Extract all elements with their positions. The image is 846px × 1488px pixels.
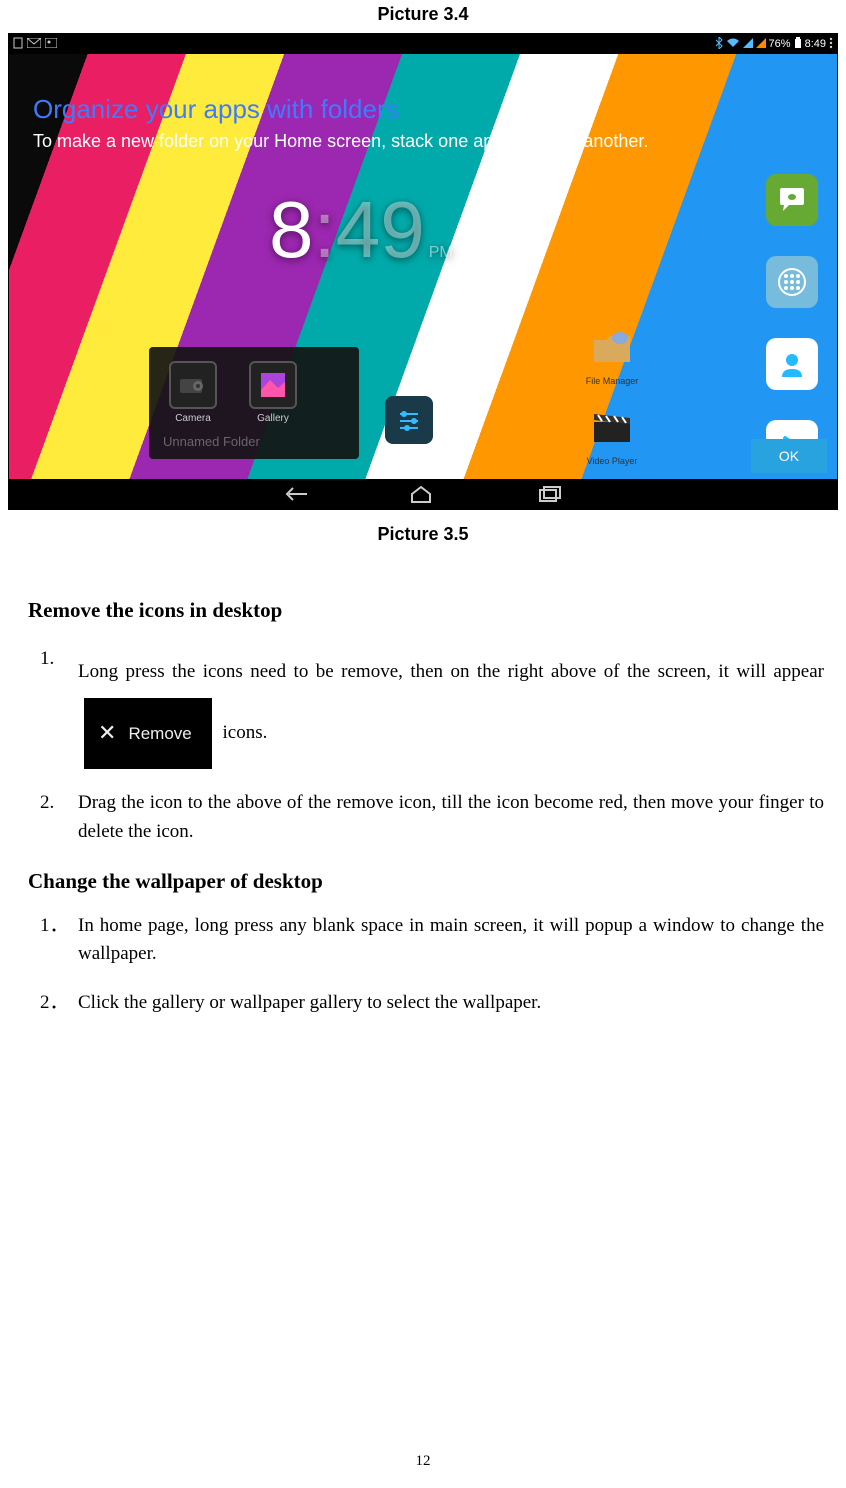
signal-icon bbox=[743, 38, 753, 51]
picture-icon bbox=[45, 38, 57, 51]
app-settings[interactable]: Settings bbox=[379, 396, 439, 459]
navigation-bar bbox=[9, 479, 837, 509]
app-label: Camera bbox=[163, 413, 223, 424]
list-text: icons. bbox=[218, 722, 268, 743]
list-item: 2． Click the gallery or wallpaper galler… bbox=[78, 989, 824, 1018]
section-heading-remove: Remove the icons in desktop bbox=[28, 595, 824, 627]
list-number: 1． bbox=[40, 912, 69, 941]
tip-body: To make a new folder on your Home screen… bbox=[33, 131, 648, 152]
app-camera[interactable]: Camera bbox=[163, 361, 223, 424]
back-button[interactable] bbox=[281, 485, 309, 503]
contacts-icon[interactable] bbox=[766, 338, 818, 390]
mail-icon bbox=[27, 38, 41, 51]
app-label: Video Player bbox=[577, 456, 647, 466]
wifi-icon bbox=[726, 38, 740, 51]
page-number: 12 bbox=[0, 1453, 846, 1470]
remove-chip-label: Remove bbox=[128, 710, 191, 758]
clock-mins: 49 bbox=[336, 184, 425, 276]
app-label: File Manager bbox=[577, 376, 647, 386]
menu-icon bbox=[829, 37, 833, 52]
list-number: 2. bbox=[40, 789, 54, 818]
list-text: Long press the icons need to be remove, … bbox=[78, 661, 824, 682]
ok-button[interactable]: OK bbox=[751, 439, 827, 473]
status-bar: 76% 8:49 bbox=[9, 34, 837, 54]
list-item: 2. Drag the icon to the above of the rem… bbox=[78, 789, 824, 846]
signal2-icon bbox=[756, 38, 766, 51]
list-item: 1. Long press the icons need to be remov… bbox=[78, 645, 824, 770]
section-heading-wallpaper: Change the wallpaper of desktop bbox=[28, 866, 824, 898]
onboarding-tip: Organize your apps with folders To make … bbox=[33, 94, 648, 152]
embedded-screenshot: 76% 8:49 Organize your apps with folders… bbox=[8, 33, 838, 510]
clock-sep: : bbox=[314, 184, 336, 276]
home-button[interactable] bbox=[409, 485, 437, 503]
app-video-player[interactable]: Video Player bbox=[577, 404, 647, 466]
app-file-manager[interactable]: File Manager bbox=[577, 324, 647, 386]
clapper-icon bbox=[588, 404, 636, 452]
list-text: Click the gallery or wallpaper gallery t… bbox=[78, 992, 541, 1013]
caption-above: Picture 3.4 bbox=[0, 0, 846, 33]
folder-popup[interactable]: Camera Gallery Unnamed Folder bbox=[149, 347, 359, 459]
close-icon: ✕ bbox=[98, 722, 116, 744]
settings-icon bbox=[385, 396, 433, 444]
battery-icon bbox=[794, 37, 802, 52]
list-item: 1． In home page, long press any blank sp… bbox=[78, 912, 824, 969]
app-gallery[interactable]: Gallery bbox=[243, 361, 303, 424]
list-number: 2． bbox=[40, 989, 69, 1018]
folder-title[interactable]: Unnamed Folder bbox=[163, 434, 345, 449]
battery-percent: 76% bbox=[769, 38, 791, 50]
list-number: 1. bbox=[40, 645, 54, 674]
remove-chip: ✕ Remove bbox=[84, 698, 212, 770]
bluetooth-icon bbox=[715, 37, 723, 52]
homescreen-clock: 8:49PM bbox=[269, 184, 453, 276]
folder-icon bbox=[588, 324, 636, 372]
caption-below: Picture 3.5 bbox=[0, 524, 846, 545]
tip-title: Organize your apps with folders bbox=[33, 94, 648, 125]
camera-icon bbox=[169, 361, 217, 409]
status-time: 8:49 bbox=[805, 38, 826, 50]
messaging-icon[interactable] bbox=[766, 174, 818, 226]
sim-icon bbox=[13, 37, 23, 52]
document-body: Remove the icons in desktop 1. Long pres… bbox=[0, 545, 846, 1017]
clock-ampm: PM bbox=[429, 244, 453, 262]
app-label: Gallery bbox=[243, 413, 303, 424]
clock-hour: 8 bbox=[269, 184, 314, 276]
app-label: Settings bbox=[379, 448, 439, 459]
dock-right bbox=[757, 174, 827, 476]
list-text: In home page, long press any blank space… bbox=[78, 915, 824, 965]
list-text: Drag the icon to the above of the remove… bbox=[78, 792, 824, 842]
recent-button[interactable] bbox=[537, 485, 565, 503]
gallery-icon bbox=[249, 361, 297, 409]
apps-drawer-icon[interactable] bbox=[766, 256, 818, 308]
